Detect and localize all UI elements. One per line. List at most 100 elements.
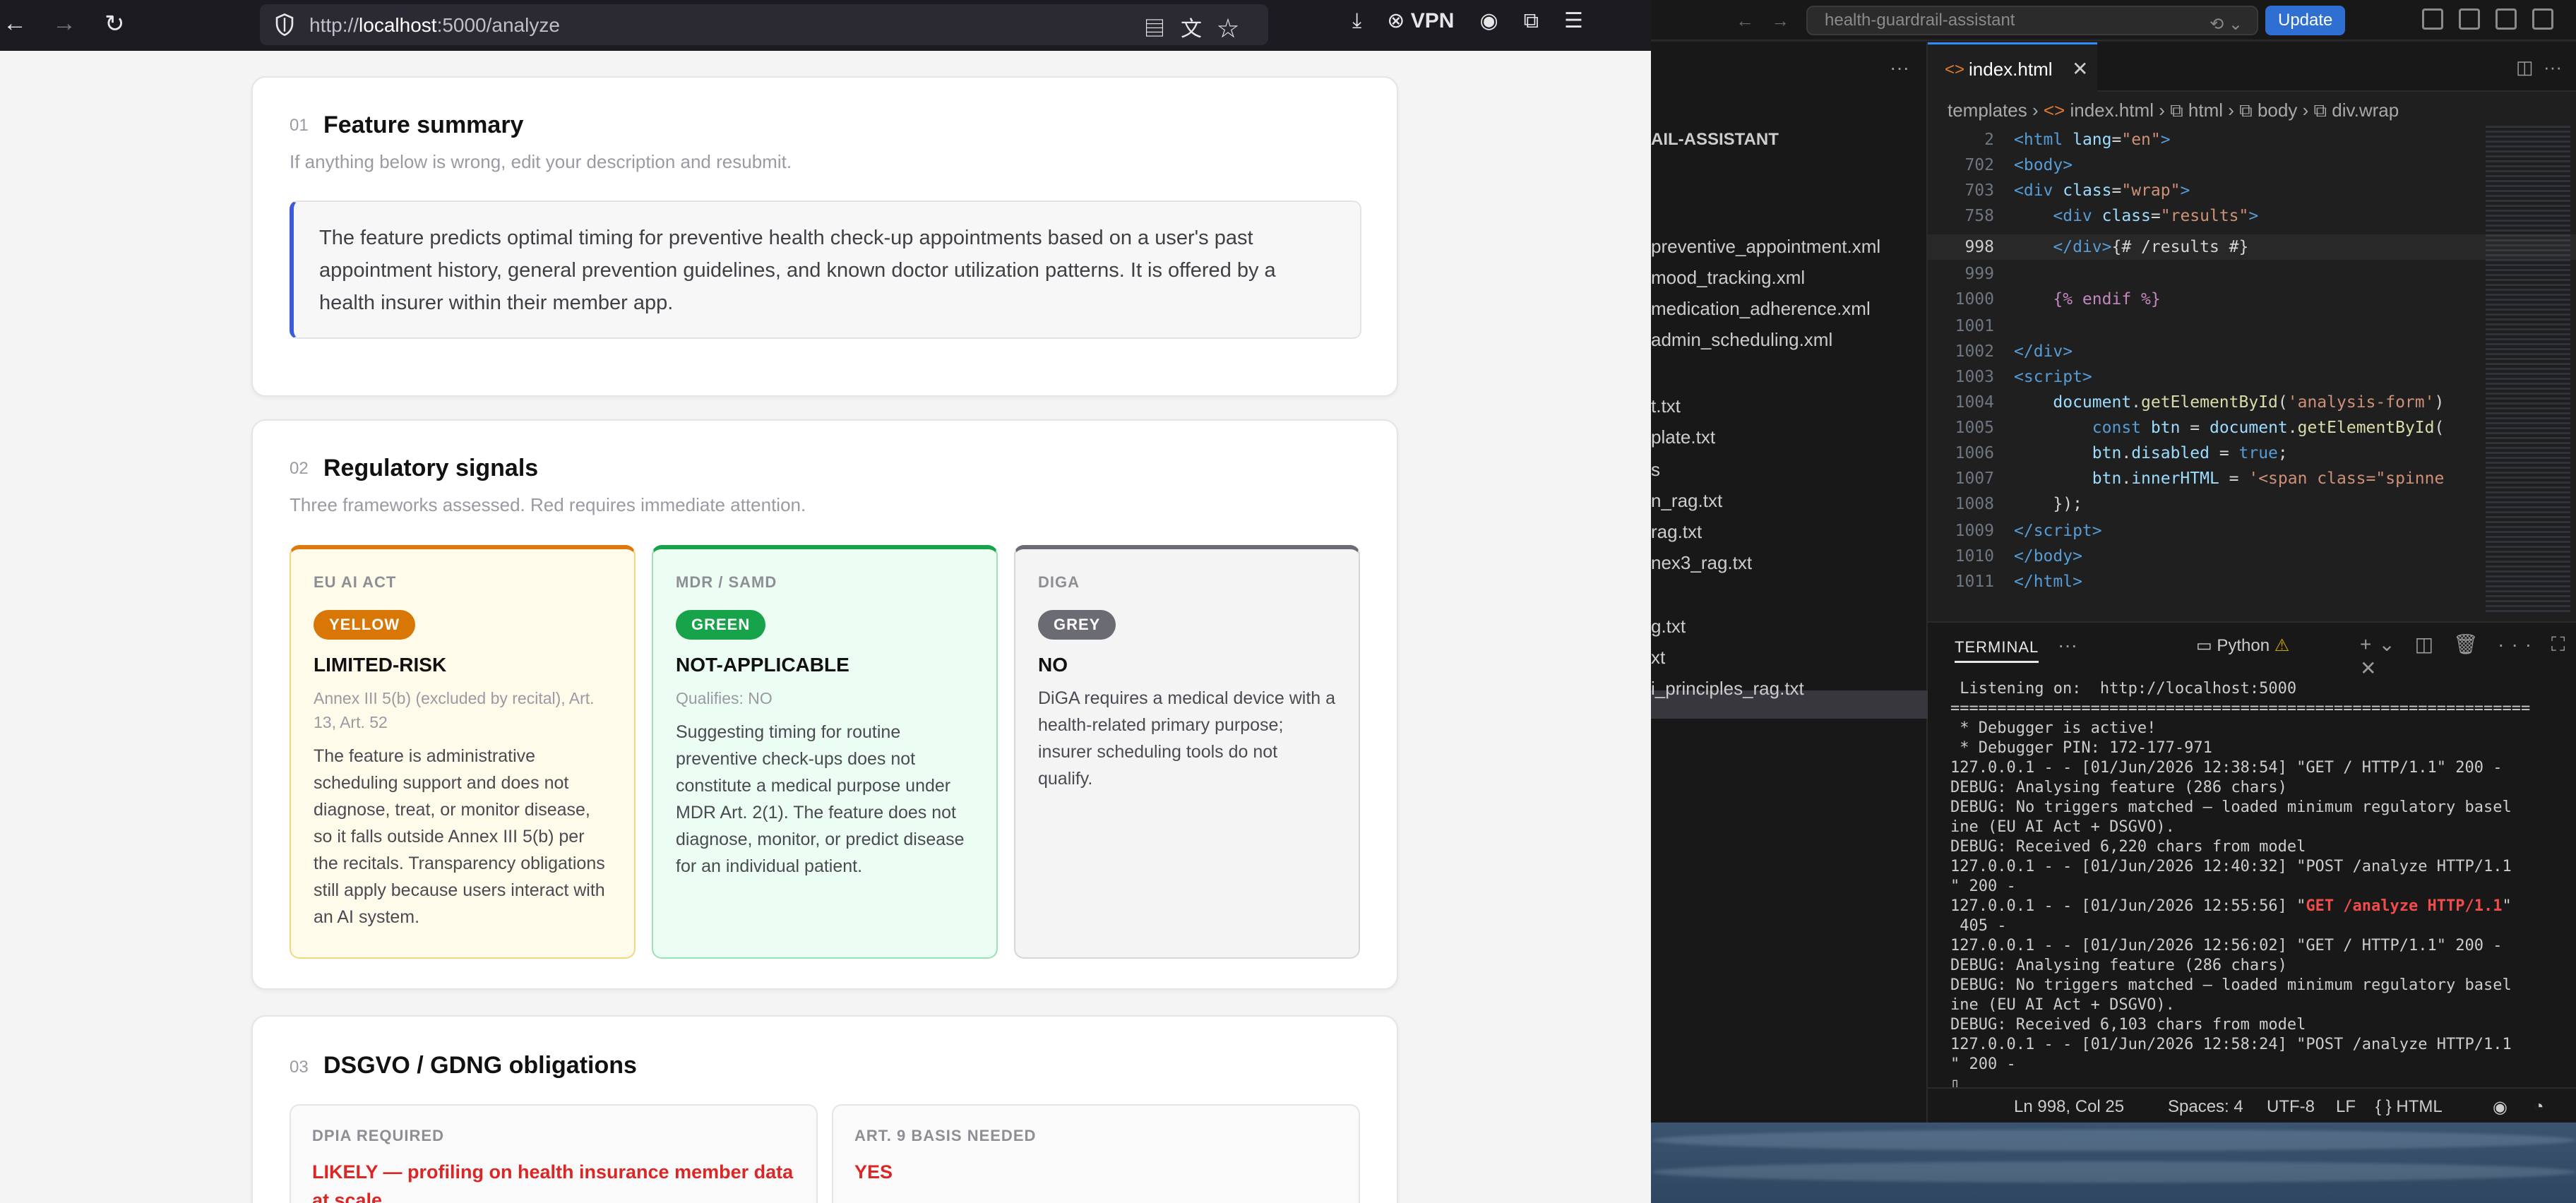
file-list-item[interactable]: plate.txt	[1651, 426, 1715, 448]
cursor-position[interactable]: Ln 998, Col 25	[2014, 1097, 2124, 1117]
signal-reference: Annex III 5(b) (excluded by recital), Ar…	[314, 689, 595, 731]
code-line[interactable]: 1005 const btn = document.getElementById…	[1928, 415, 2576, 441]
more-actions-icon[interactable]: ···	[2058, 634, 2077, 657]
file-list-item[interactable]: xt	[1651, 647, 1665, 669]
close-tab-icon[interactable]: ✕	[2072, 57, 2088, 80]
explorer-sidebar: ··· AIL-ASSISTANT preventive_appointment…	[1651, 42, 1928, 1123]
reader-view-icon[interactable]: ▤	[1144, 18, 1181, 41]
vpn-button[interactable]: ⊗ VPN	[1387, 9, 1454, 32]
code-line[interactable]: 1006 btn.disabled = true;	[1928, 441, 2576, 466]
file-list-item[interactable]: preventive_appointment.xml	[1651, 236, 1880, 258]
notifications-icon[interactable]: ◔	[2534, 1097, 2544, 1117]
code-line[interactable]: 1001	[1928, 313, 2576, 339]
terminal-shell-selector[interactable]: ▭ Python ⚠	[2196, 635, 2289, 656]
vscode-window: ← → health-guardrail-assistant ⟲ ⌄ Updat…	[1651, 0, 2576, 1123]
forward-arrow-icon[interactable]: →	[52, 10, 76, 37]
code-line[interactable]: 1007 btn.innerHTML = '<span class="spinn…	[1928, 466, 2576, 491]
code-line[interactable]: 1011 </html>	[1928, 569, 2576, 594]
translate-icon[interactable]: 文	[1181, 18, 1217, 41]
copilot-icon[interactable]: ◉	[2493, 1097, 2508, 1118]
breadcrumb-item[interactable]: templates	[1948, 100, 2027, 121]
explorer-folder-title[interactable]: AIL-ASSISTANT	[1651, 130, 1779, 150]
back-arrow-icon[interactable]: ←	[3, 10, 27, 37]
download-icon[interactable]: ⤓	[1352, 9, 1361, 32]
extensions-icon[interactable]: ⧉	[1524, 9, 1539, 32]
signal-label: DIGA	[1038, 573, 1080, 591]
feature-summary-text: The feature predicts optimal timing for …	[290, 200, 1361, 339]
breadcrumb-item[interactable]: body	[2258, 100, 2297, 121]
breadcrumb-item[interactable]: html	[2188, 100, 2223, 121]
toggle-secondary-sidebar-icon[interactable]	[2532, 8, 2553, 30]
section-number: 01	[290, 116, 309, 135]
html-file-icon: <>	[1945, 60, 1965, 79]
code-line[interactable]: 703 <div class="wrap">	[1928, 178, 2576, 203]
update-button[interactable]: Update	[2265, 6, 2346, 35]
shield-icon[interactable]	[274, 13, 295, 37]
file-list-item[interactable]: t.txt	[1651, 395, 1681, 417]
code-line[interactable]: 1000 {% endif %}	[1928, 287, 2576, 312]
code-line[interactable]: 758 <div class="results">	[1928, 203, 2576, 229]
page-viewport[interactable]: 01 Feature summary If anything below is …	[0, 51, 1651, 1203]
more-actions-icon[interactable]: ···	[1890, 56, 1909, 79]
address-bar[interactable]: http://localhost:5000/analyze ▤文☆	[260, 4, 1268, 45]
tab-terminal[interactable]: TERMINAL	[1955, 638, 2039, 663]
code-line[interactable]: 998 </div>{# /results #}	[1928, 234, 2576, 260]
browser-window: ← → ↻ http://localhost:5000/analyze ▤文☆ …	[0, 0, 1651, 1203]
file-list-item[interactable]: i_principles_rag.txt	[1651, 678, 1804, 700]
language-mode[interactable]: { } HTML	[2375, 1097, 2443, 1117]
terminal-panel: TERMINAL ··· ▭ Python ⚠ +⌄ ◫ 🗑 ··· ⛶ ✕ L…	[1928, 621, 2576, 1093]
code-editor[interactable]: 2 <html lang="en"> 702 <body> 703 <div class=…	[1928, 126, 2576, 620]
file-list-item[interactable]: n_rag.txt	[1651, 490, 1722, 512]
split-editor-icon[interactable]: ◫ ···	[2516, 56, 2562, 78]
code-line[interactable]: 1003 <script>	[1928, 364, 2576, 390]
account-icon[interactable]: ◉	[1479, 9, 1498, 32]
element-icon: ⧉	[2313, 100, 2327, 121]
code-line[interactable]: 1008 });	[1928, 491, 2576, 517]
code-line[interactable]: 1004 document.getElementById('analysis-f…	[1928, 390, 2576, 415]
signal-description: The feature is administrative scheduling…	[314, 746, 605, 927]
encoding[interactable]: UTF-8	[2267, 1097, 2315, 1117]
file-list-item[interactable]: medication_adherence.xml	[1651, 298, 1871, 320]
file-list-item[interactable]: mood_tracking.xml	[1651, 267, 1805, 289]
signal-verdict: LIMITED-RISK	[314, 654, 447, 676]
line-ending[interactable]: LF	[2336, 1097, 2356, 1117]
file-list-item[interactable]: admin_scheduling.xml	[1651, 329, 1832, 351]
url-text[interactable]: http://localhost:5000/analyze	[309, 14, 560, 37]
file-list-item[interactable]: rag.txt	[1651, 521, 1702, 543]
command-center-search[interactable]: health-guardrail-assistant ⟲ ⌄	[1806, 6, 2258, 35]
layout-icon[interactable]	[2422, 8, 2443, 30]
code-line[interactable]: 1009 </script>	[1928, 518, 2576, 544]
tab-index-html[interactable]: <> index.html ✕	[1928, 42, 2097, 92]
section-subtitle: If anything below is wrong, edit your de…	[290, 151, 792, 172]
file-list-item[interactable]: s	[1651, 459, 1660, 481]
file-list-item[interactable]: nex3_rag.txt	[1651, 552, 1752, 574]
breadcrumb-item[interactable]: index.html	[2070, 100, 2154, 121]
code-line[interactable]: 1002 </div>	[1928, 339, 2576, 364]
breadcrumb-item[interactable]: div.wrap	[2332, 100, 2399, 121]
address-bar-actions: ▤文☆	[1144, 11, 1254, 42]
indentation[interactable]: Spaces: 4	[2168, 1097, 2243, 1117]
code-text: <div class="results">	[2053, 207, 2259, 225]
toggle-panel-icon[interactable]	[2496, 8, 2517, 30]
code-line[interactable]: 999	[1928, 261, 2576, 287]
code-line[interactable]: 2 <html lang="en">	[1928, 127, 2576, 152]
terminal-header: TERMINAL ··· ▭ Python ⚠ +⌄ ◫ 🗑 ··· ⛶ ✕	[1928, 623, 2576, 679]
bookmark-star-icon[interactable]: ☆	[1217, 18, 1254, 41]
toolbar-right: ⤓ ⊗ VPN ◉ ⧉ ☰	[1352, 8, 1609, 33]
code-line[interactable]: 702 <body>	[1928, 152, 2576, 178]
section-number: 03	[290, 1058, 309, 1077]
terminal-actions[interactable]: +⌄ ◫ 🗑 ··· ⛶ ✕	[2360, 633, 2576, 680]
line-number: 1005	[1955, 419, 1994, 437]
line-number: 1006	[1955, 444, 1994, 462]
forward-arrow-icon[interactable]: →	[1771, 10, 1789, 32]
line-number: 1007	[1955, 469, 1994, 488]
minimap[interactable]	[2486, 126, 2570, 613]
back-arrow-icon[interactable]: ←	[1736, 10, 1754, 32]
menu-icon[interactable]: ☰	[1564, 9, 1583, 32]
code-line[interactable]: 1010 </body>	[1928, 544, 2576, 569]
file-list-item[interactable]: g.txt	[1651, 616, 1686, 638]
copilot-icon[interactable]: ⟲ ⌄	[2210, 11, 2243, 38]
terminal-output[interactable]: Listening on: http://localhost:5000 ====…	[1950, 679, 2565, 1094]
reload-icon[interactable]: ↻	[105, 10, 125, 38]
toggle-sidebar-icon[interactable]	[2459, 8, 2480, 30]
